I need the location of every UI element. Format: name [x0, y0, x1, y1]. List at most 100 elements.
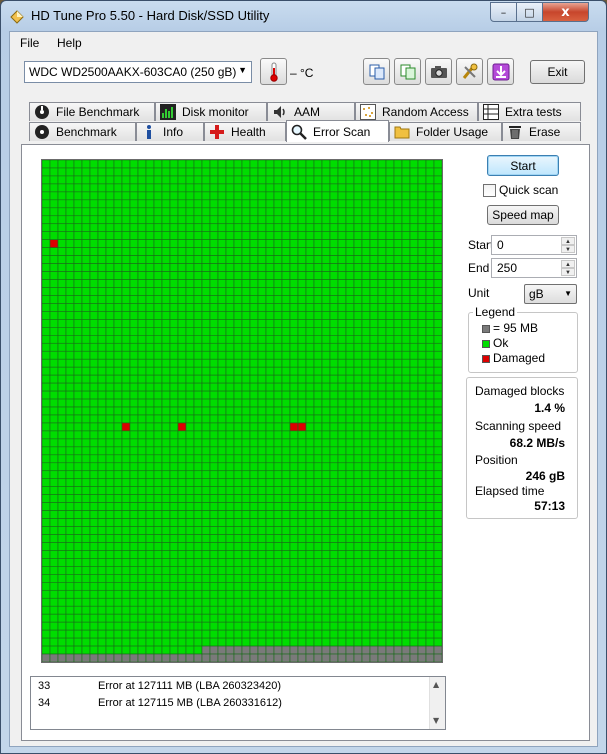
block-ok [233, 637, 243, 647]
minimize-button[interactable]: – [490, 2, 517, 22]
block-ok [201, 566, 211, 575]
block-ok [329, 382, 339, 392]
block-ok [97, 478, 107, 488]
block-ok [42, 438, 51, 448]
block-ok [273, 183, 283, 193]
block-ok [201, 478, 211, 488]
block-ok [185, 167, 195, 177]
block-ok [217, 231, 227, 240]
block-ok [81, 526, 91, 535]
block-ok [273, 486, 283, 495]
block-ok [105, 342, 115, 352]
block-ok [273, 597, 283, 607]
block-ok [297, 239, 307, 248]
block-ok [49, 183, 59, 193]
tab-extra-tests[interactable]: Extra tests [478, 102, 581, 121]
scroll-down-icon[interactable]: ▼ [433, 716, 439, 725]
tab-erase[interactable]: Erase [502, 122, 581, 141]
block-ok [233, 462, 243, 472]
block-ok [313, 279, 323, 288]
block-ok [145, 398, 155, 408]
log-row[interactable]: 33 Error at 127111 MB (LBA 260323420) [31, 680, 431, 696]
block-ok [433, 510, 442, 519]
start-scan-button[interactable]: Start [487, 155, 559, 176]
block-ok [313, 358, 323, 368]
block-ok [201, 582, 211, 591]
block-ok [409, 518, 419, 527]
block-ok [249, 311, 259, 320]
menu-help[interactable]: Help [57, 36, 82, 50]
block-ok [337, 629, 347, 639]
error-log-list[interactable]: 33 Error at 127111 MB (LBA 260323420) 34… [30, 676, 446, 730]
speed-map-button[interactable]: Speed map [487, 205, 559, 225]
block-ok [137, 542, 147, 551]
spin-up-icon[interactable]: ▲ [561, 260, 575, 268]
block-ok [209, 454, 219, 464]
block-ok [425, 446, 435, 456]
block-ok [289, 350, 299, 360]
options-button[interactable] [456, 58, 483, 85]
block-ok [89, 574, 99, 583]
block-ok [177, 160, 187, 169]
screenshot-button[interactable] [425, 58, 452, 85]
block-ok [217, 589, 227, 599]
scroll-up-icon[interactable]: ▲ [433, 680, 439, 689]
block-ok [153, 199, 163, 209]
block-ok [225, 303, 235, 312]
start-input[interactable]: 0 ▲ ▼ [491, 235, 577, 255]
exit-button[interactable]: Exit [530, 60, 585, 84]
block-ok [185, 303, 195, 312]
tab-health[interactable]: Health [204, 122, 286, 141]
block-ok [289, 160, 299, 169]
block-ok [57, 303, 67, 312]
tab-random-access[interactable]: Random Access [355, 102, 478, 121]
maximize-button[interactable]: □ [516, 2, 543, 22]
copy-screenshot-button[interactable] [394, 58, 421, 85]
tab-folder-usage[interactable]: Folder Usage [389, 122, 502, 141]
block-unscanned [337, 653, 347, 662]
block-ok [217, 629, 227, 639]
block-ok [73, 502, 83, 511]
log-scrollbar[interactable]: ▲ ▼ [429, 677, 445, 729]
block-ok [289, 374, 299, 384]
block-ok [353, 327, 363, 336]
block-ok [121, 558, 131, 567]
end-input[interactable]: 250 ▲ ▼ [491, 258, 577, 278]
tab-benchmark[interactable]: Benchmark [29, 122, 136, 141]
block-ok [73, 366, 83, 376]
tab-aam[interactable]: AAM [267, 102, 355, 121]
quick-scan-checkbox[interactable] [483, 184, 496, 197]
block-ok [105, 406, 115, 416]
tab-info[interactable]: Info [136, 122, 204, 141]
menu-file[interactable]: File [20, 36, 39, 50]
block-ok [137, 478, 147, 488]
temperature-readout: – °C [290, 66, 314, 80]
unit-select[interactable]: gB ▼ [524, 284, 577, 304]
block-ok [97, 287, 107, 296]
log-row[interactable]: 34 Error at 127115 MB (LBA 260331612) [31, 697, 431, 713]
spin-down-icon[interactable]: ▼ [561, 245, 575, 253]
temperature-button[interactable] [260, 58, 287, 85]
block-ok [409, 247, 419, 256]
block-ok [42, 645, 51, 655]
block-ok [401, 239, 411, 248]
block-ok [73, 558, 83, 567]
close-button[interactable]: x [542, 2, 589, 22]
spin-down-icon[interactable]: ▼ [561, 268, 575, 276]
drive-select[interactable]: WDC WD2500AAKX-603CA0 (250 gB) ▼ [24, 61, 252, 83]
block-ok [329, 446, 339, 456]
block-ok [177, 335, 187, 344]
title-bar[interactable]: HD Tune Pro 5.50 - Hard Disk/SSD Utility… [1, 1, 606, 31]
block-ok [377, 589, 387, 599]
block-ok [353, 279, 363, 288]
block-ok [305, 390, 315, 400]
spin-up-icon[interactable]: ▲ [561, 237, 575, 245]
copy-info-button[interactable] [363, 58, 390, 85]
save-button[interactable] [487, 58, 514, 85]
block-ok [329, 255, 339, 264]
tab-error-scan[interactable]: Error Scan [286, 120, 389, 142]
block-ok [313, 303, 323, 312]
block-ok [209, 478, 219, 488]
tab-disk-monitor[interactable]: Disk monitor [155, 102, 267, 121]
tab-file-benchmark[interactable]: File Benchmark [29, 102, 155, 121]
